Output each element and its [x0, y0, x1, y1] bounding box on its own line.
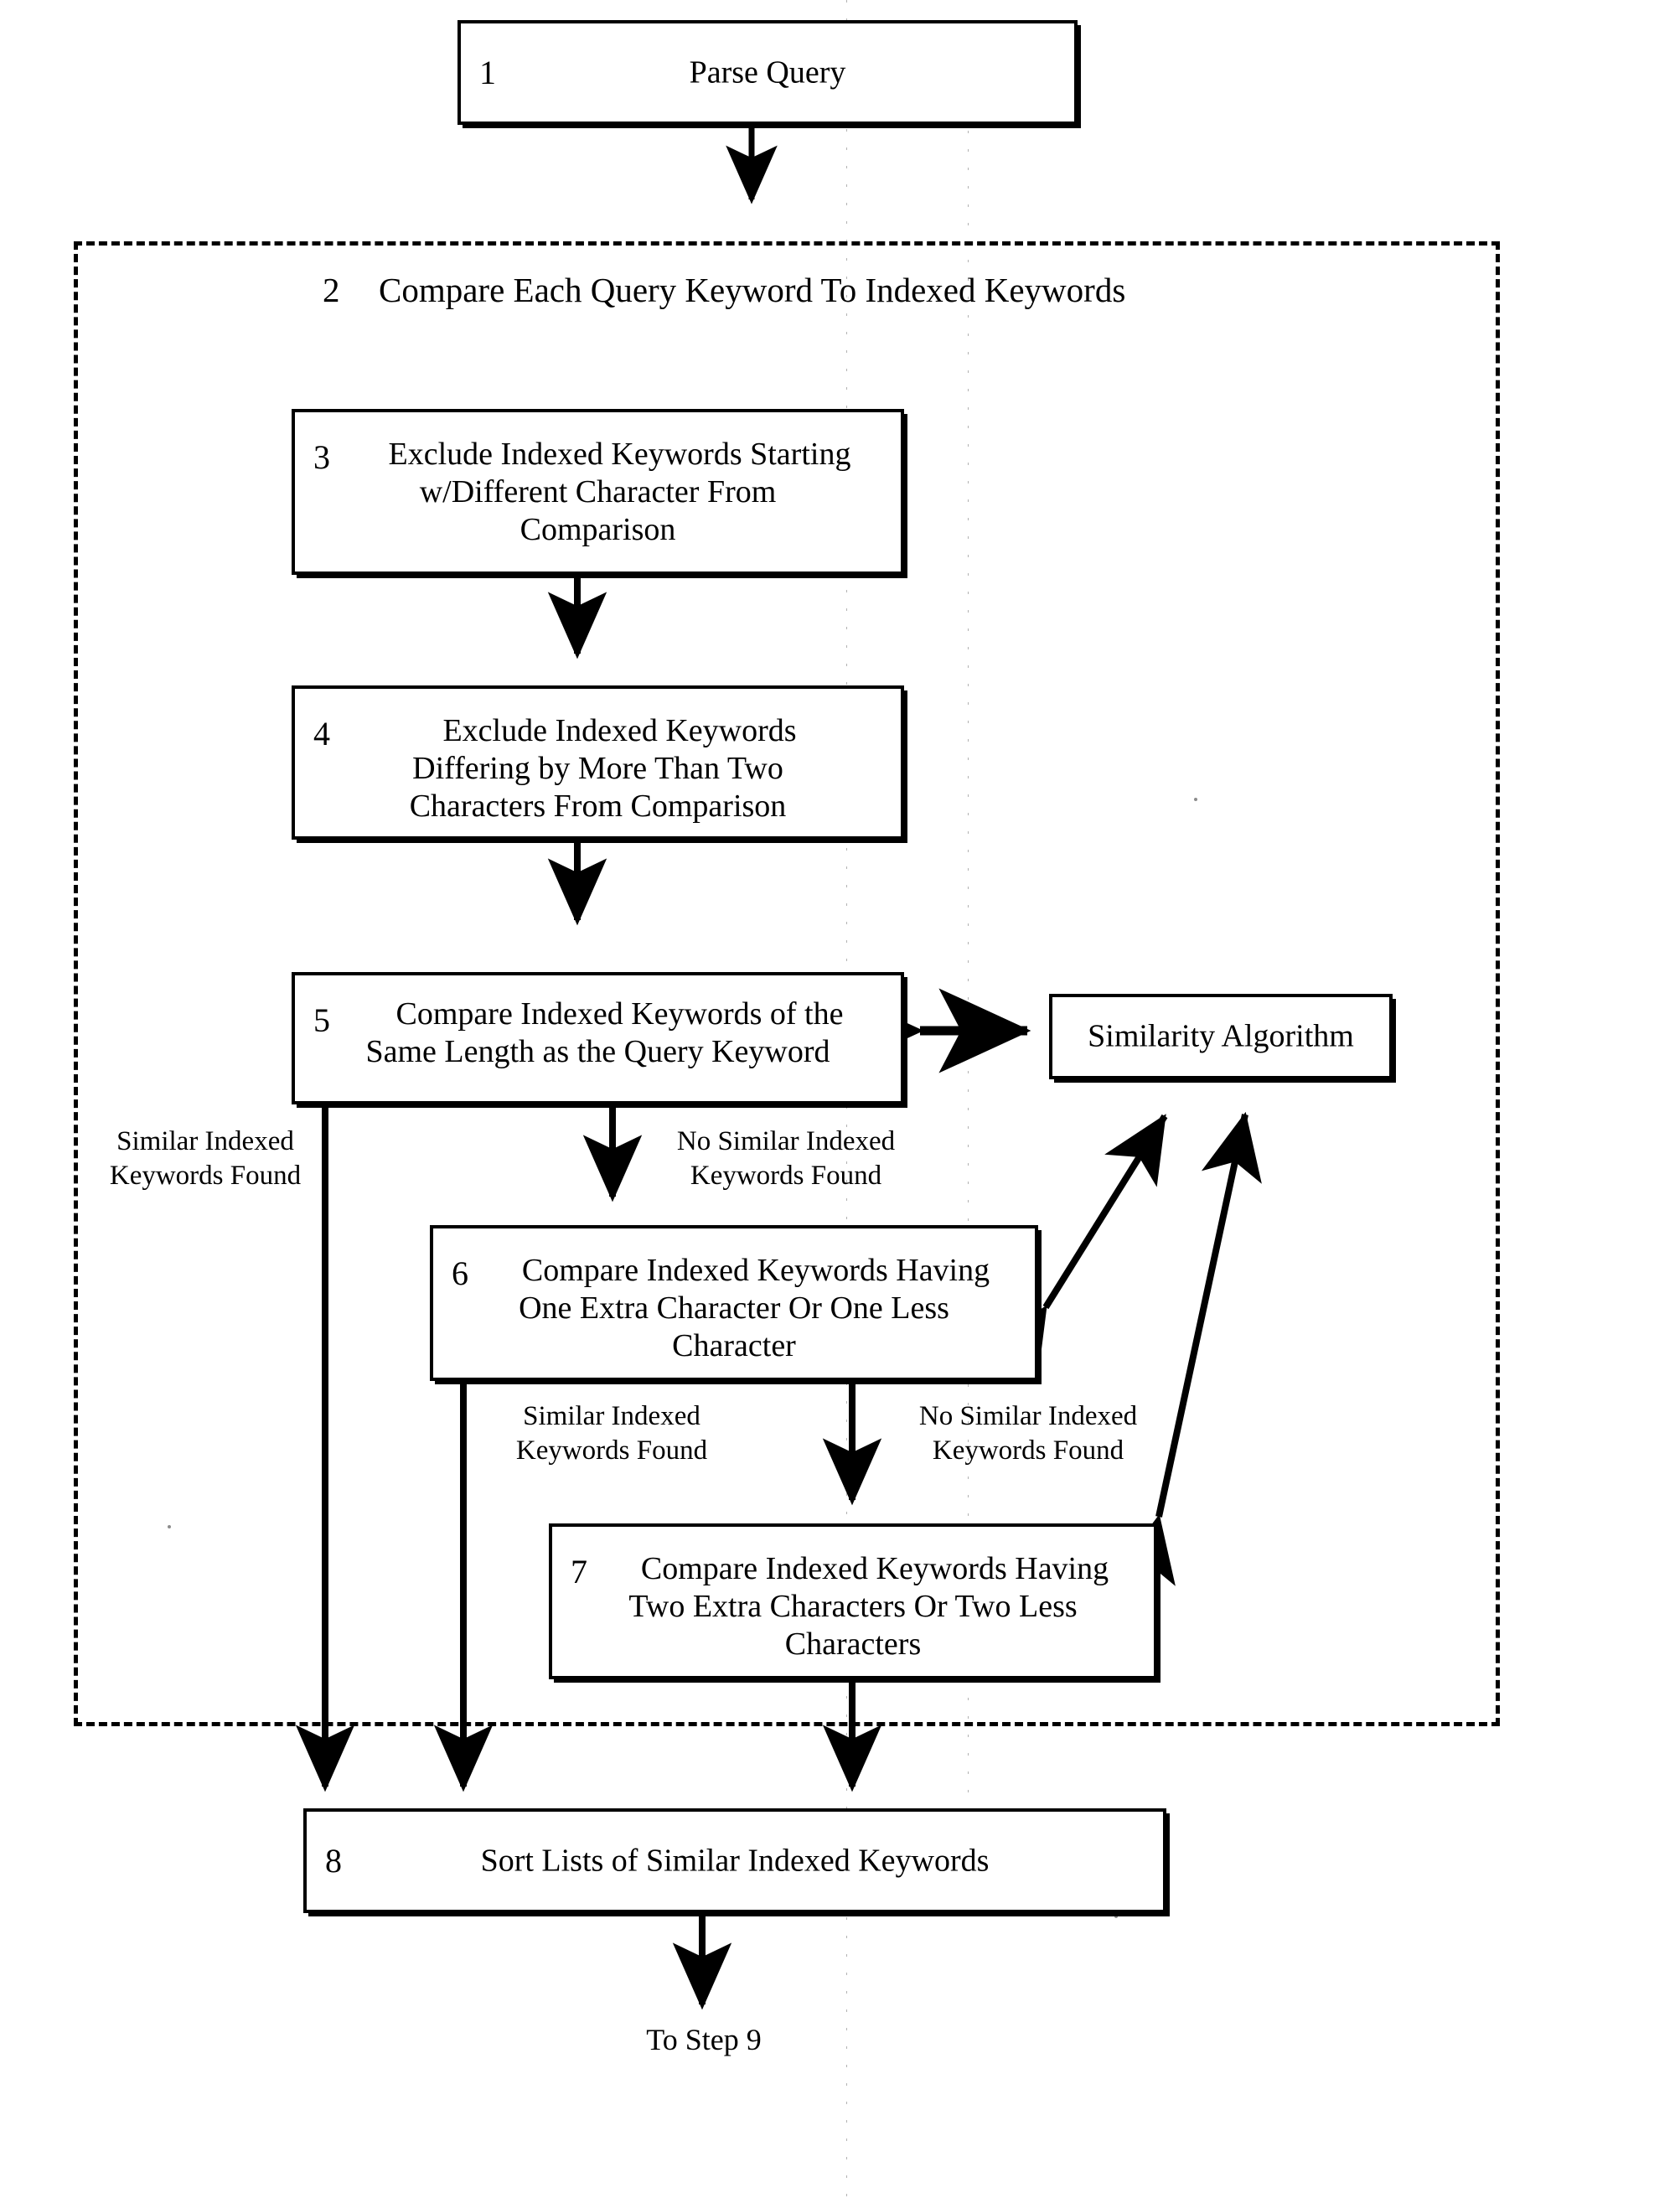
- box-5-line-1: Compare Indexed Keywords of the: [395, 996, 844, 1032]
- box-5-line-2: Same Length as the Query Keyword: [365, 1033, 830, 1069]
- box-7-line-3: Characters: [784, 1626, 922, 1662]
- box-3-line-1: Exclude Indexed Keywords Starting: [388, 437, 851, 472]
- process-box-3[interactable]: 3 Exclude Indexed Keywords Starting w/Di…: [292, 409, 904, 575]
- label-box6-similar-found-line-2: Keywords Found: [515, 1435, 708, 1466]
- label-box6-no-similar-found: No Similar Indexed Keywords Found: [898, 1399, 1158, 1469]
- label-box5-no-similar-found: No Similar Indexed Keywords Found: [656, 1125, 916, 1194]
- region-step-2-label: Compare Each Query Keyword To Indexed Ke…: [379, 271, 1126, 309]
- box-6-label: Compare Indexed Keywords Having One Extr…: [433, 1252, 1035, 1364]
- process-box-1[interactable]: 1 Parse Query: [457, 20, 1078, 125]
- process-box-8[interactable]: 8 Sort Lists of Similar Indexed Keywords: [303, 1808, 1166, 1913]
- label-box5-similar-found-line-2: Keywords Found: [109, 1161, 302, 1192]
- similarity-algorithm-box[interactable]: Similarity Algorithm: [1049, 994, 1393, 1079]
- box-4-line-1: Exclude Indexed Keywords: [442, 713, 797, 748]
- box-4-line-3: Characters From Comparison: [409, 788, 787, 824]
- region-step-2-title: 2 Compare Each Query Keyword To Indexed …: [323, 270, 1244, 310]
- box-4-line-2: Differing by More Than Two: [412, 750, 783, 786]
- label-box6-no-similar-found-line-2: Keywords Found: [932, 1435, 1124, 1466]
- box-7-line-2: Two Extra Characters Or Two Less: [628, 1588, 1078, 1624]
- box-3-line-3: Comparison: [520, 511, 676, 547]
- box-3-label: Exclude Indexed Keywords Starting w/Diff…: [295, 436, 901, 548]
- label-box5-no-similar-found-line-1: No Similar Indexed: [676, 1126, 896, 1156]
- box-6-line-3: Character: [672, 1327, 796, 1363]
- box-3-line-2: w/Different Character From: [419, 473, 777, 509]
- label-box5-similar-found: Similar Indexed Keywords Found: [92, 1125, 318, 1194]
- process-box-7[interactable]: 7 Compare Indexed Keywords Having Two Ex…: [549, 1523, 1157, 1679]
- process-box-6[interactable]: 6 Compare Indexed Keywords Having One Ex…: [430, 1225, 1038, 1381]
- scan-speck: [1114, 1915, 1118, 1918]
- flowchart-page: 1 Parse Query 2 Compare Each Query Keywo…: [0, 0, 1680, 2198]
- box-8-label: Sort Lists of Similar Indexed Keywords: [480, 1843, 990, 1879]
- box-6-line-1: Compare Indexed Keywords Having: [521, 1253, 990, 1288]
- process-box-4[interactable]: 4 Exclude Indexed Keywords Differing by …: [292, 685, 904, 840]
- process-box-5[interactable]: 5 Compare Indexed Keywords of the Same L…: [292, 972, 904, 1104]
- label-box6-similar-found-line-1: Similar Indexed: [523, 1401, 700, 1431]
- box-6-line-2: One Extra Character Or One Less: [519, 1290, 949, 1326]
- label-box5-similar-found-line-1: Similar Indexed: [116, 1126, 294, 1156]
- box-1-label: Parse Query: [689, 54, 846, 91]
- box-7-label: Compare Indexed Keywords Having Two Extr…: [552, 1550, 1154, 1663]
- label-box5-no-similar-found-line-2: Keywords Found: [690, 1161, 882, 1192]
- region-step-2-number: 2: [323, 271, 340, 309]
- box-5-label: Compare Indexed Keywords of the Same Len…: [295, 996, 901, 1071]
- box-4-label: Exclude Indexed Keywords Differing by Mo…: [295, 712, 901, 825]
- similarity-algorithm-label: Similarity Algorithm: [1088, 1018, 1354, 1054]
- box-7-line-1: Compare Indexed Keywords Having: [640, 1551, 1109, 1586]
- label-to-step-9: To Step 9: [646, 2023, 762, 2056]
- label-box6-similar-found: Similar Indexed Keywords Found: [494, 1399, 729, 1469]
- label-box6-no-similar-found-line-1: No Similar Indexed: [918, 1401, 1138, 1431]
